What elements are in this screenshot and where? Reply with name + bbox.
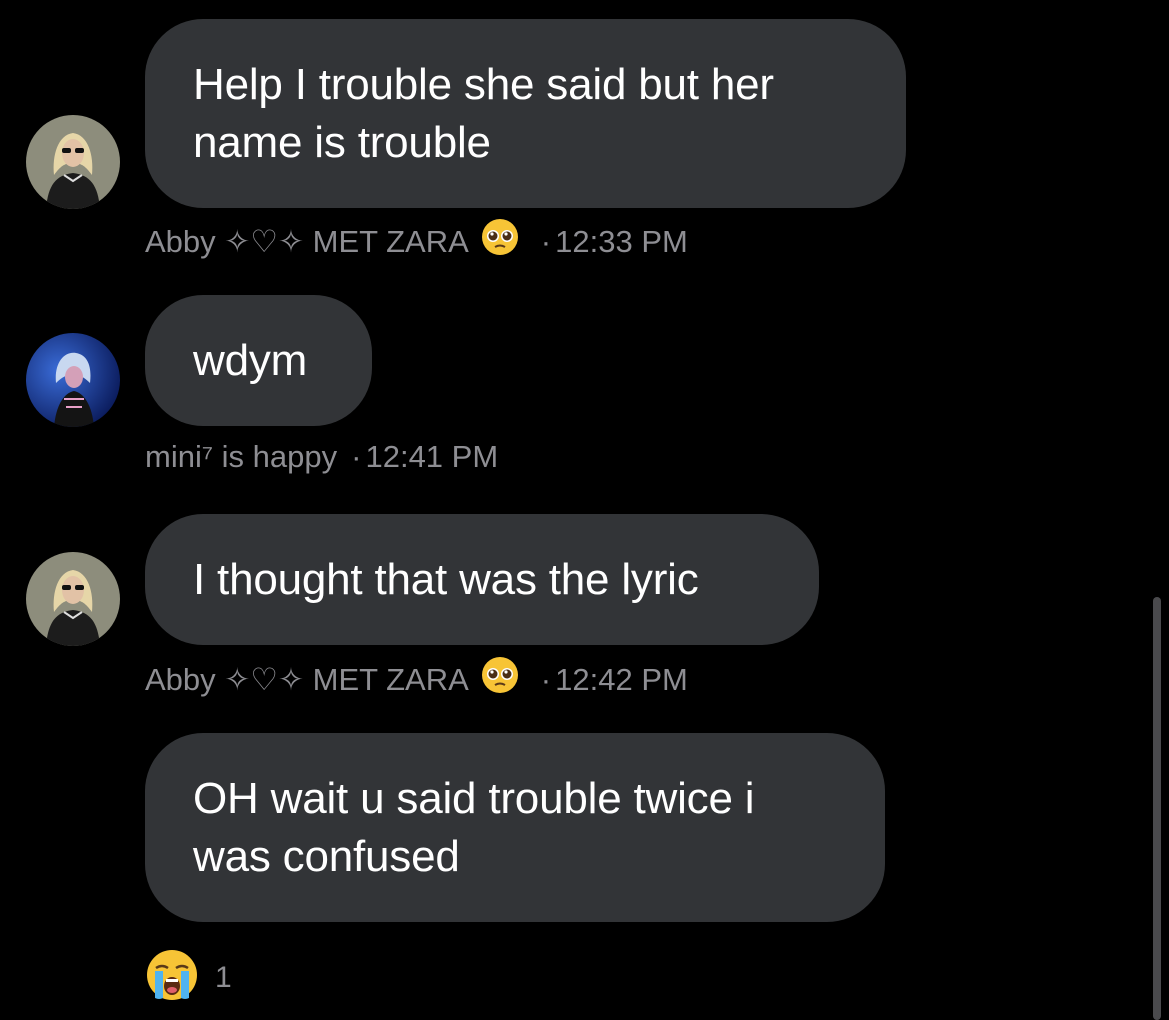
scrollbar[interactable] (1153, 597, 1161, 1020)
message-text: wdym (193, 335, 308, 385)
avatar-abby[interactable] (26, 115, 120, 209)
message-text-line: was confused (193, 831, 460, 881)
avatar-mini[interactable] (26, 333, 120, 427)
sender-name[interactable]: mini⁷ is happy (145, 437, 337, 477)
message-text-line: name is trouble (193, 117, 491, 167)
reaction-badge[interactable]: 1 (145, 948, 232, 1007)
separator-dot: · (540, 662, 552, 697)
message-text-line: OH wait u said trouble twice i (193, 773, 755, 823)
separator-dot: · (540, 224, 552, 259)
message-bubble[interactable]: OH wait u said trouble twice i was confu… (145, 733, 885, 922)
sender-name[interactable]: Abby ✧♡✧ MET ZARA (145, 222, 469, 262)
message-meta: mini⁷ is happy · 12:41 PM (145, 437, 498, 477)
message-bubble[interactable]: Help I trouble she said but her name is … (145, 19, 906, 208)
message-time: 12:41 PM (365, 439, 499, 474)
message-bubble[interactable]: I thought that was the lyric (145, 514, 819, 645)
message-meta: Abby ✧♡✧ MET ZARA · 12:33 PM (145, 218, 688, 266)
sender-name[interactable]: Abby ✧♡✧ MET ZARA (145, 660, 469, 700)
pleading-face-icon (481, 218, 519, 266)
message-text-line: Help I trouble she said but her (193, 59, 774, 109)
message-bubble[interactable]: wdym (145, 295, 372, 426)
separator-dot: · (351, 439, 362, 474)
message-time: 12:33 PM (555, 224, 688, 259)
message-text: I thought that was the lyric (193, 554, 699, 604)
pleading-face-icon (481, 656, 519, 704)
message-time: 12:42 PM (555, 662, 688, 697)
loudly-crying-face-icon (145, 948, 199, 1007)
message-meta: Abby ✧♡✧ MET ZARA · 12:42 PM (145, 656, 688, 704)
reaction-count: 1 (215, 960, 232, 994)
avatar-abby[interactable] (26, 552, 120, 646)
